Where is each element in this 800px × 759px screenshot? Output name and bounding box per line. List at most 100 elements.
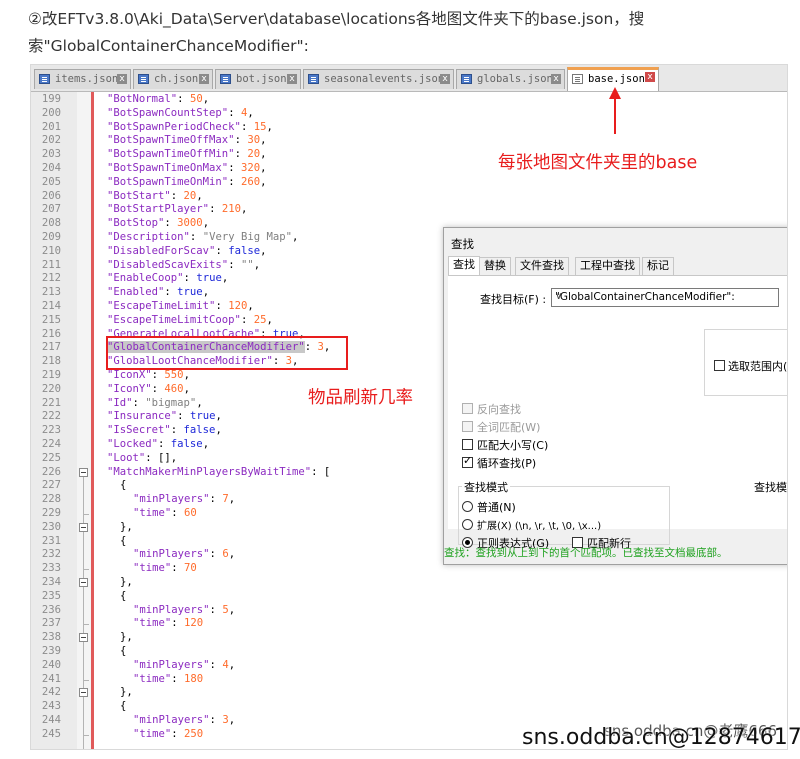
code-token: ,: [228, 603, 236, 616]
code-line: 237 "time": 120: [31, 617, 787, 631]
code-text: "IconX": 550,: [107, 369, 190, 383]
code-token: "BotNormal": [107, 93, 178, 105]
find-status: 查找：查找到从上到下的首个匹配项。已查找至文档最底部。: [444, 547, 728, 559]
line-number: 202: [41, 134, 61, 147]
tab-items-json[interactable]: items.json x: [34, 69, 131, 89]
file-icon: [461, 74, 472, 84]
close-icon[interactable]: x: [645, 72, 655, 82]
code-text: },: [120, 631, 133, 645]
tab-replace[interactable]: 替换: [479, 257, 511, 275]
mode-normal-radio[interactable]: [462, 501, 473, 512]
code-token: ,: [266, 120, 273, 133]
code-text: "IsSecret": false,: [107, 424, 222, 438]
tab-seasonalevents-json[interactable]: seasonalevents.json x: [303, 69, 454, 89]
code-token: "IconY": [107, 382, 152, 395]
code-token: ,: [260, 134, 267, 147]
code-token: {: [120, 479, 127, 492]
reverse-checkbox[interactable]: [462, 403, 473, 414]
code-token: :: [209, 603, 223, 616]
code-line: 242},: [31, 686, 787, 700]
code-token: "Description": [107, 231, 190, 243]
line-number: 200: [41, 106, 61, 119]
code-token: "time": [133, 727, 172, 740]
code-token: "": [240, 258, 254, 271]
line-number: 206: [41, 189, 61, 202]
code-token: ,: [240, 203, 248, 216]
code-token: "Enabled": [107, 286, 165, 299]
code-text: "time": 70: [133, 562, 197, 576]
code-token: ,: [291, 231, 299, 243]
close-icon[interactable]: x: [199, 74, 209, 84]
file-icon: [39, 74, 50, 84]
code-text: "time": 60: [133, 507, 197, 521]
tab-globals-json[interactable]: globals.json x: [456, 69, 565, 89]
whole-word-label: 全词匹配(W): [477, 421, 541, 434]
tab-bot-json[interactable]: bot.json x: [215, 69, 301, 89]
find-dialog: 查找 查找 替换 文件查找 工程中查找 标记 查找目标(F) : "Global…: [443, 227, 787, 565]
code-token: :: [171, 672, 185, 685]
code-text: "Id": "bigmap",: [107, 397, 203, 411]
code-token: :: [132, 396, 146, 409]
code-line: 200 "BotSpawnCountStep": 4,: [31, 107, 787, 121]
code-token: false: [228, 244, 261, 257]
code-token: :: [228, 175, 241, 188]
line-number: 242: [41, 686, 61, 699]
modifier-annotation: 物品刷新几率: [308, 388, 413, 408]
intro-line-1: ②改EFTv3.8.0\Aki_Data\Server\database\loc…: [28, 10, 645, 28]
watermark-large: sns.oddba.cn@1287461729: [522, 725, 800, 750]
whole-word-checkbox[interactable]: [462, 421, 473, 432]
code-token: {: [120, 534, 127, 547]
code-text: "minPlayers": 3,: [133, 714, 235, 728]
line-number: 216: [41, 327, 61, 340]
code-token: "minPlayers": [133, 493, 210, 506]
editor-screenshot: items.json x ch.json x bot.json x season…: [30, 64, 788, 750]
code-text: "BotStop": 3000,: [107, 217, 209, 231]
code-text: "DisabledScavExits": "",: [107, 259, 260, 273]
code-token: ,: [228, 658, 236, 671]
code-token: },: [120, 576, 133, 588]
in-selection-checkbox[interactable]: [714, 360, 725, 371]
close-icon[interactable]: x: [117, 74, 127, 84]
close-icon[interactable]: x: [287, 74, 297, 84]
code-token: 210: [221, 203, 241, 216]
code-token: false: [170, 438, 203, 450]
close-icon[interactable]: x: [440, 74, 450, 84]
match-case-checkbox[interactable]: [462, 439, 473, 450]
code-text: "MatchMakerMinPlayersByWaitTime": [: [107, 466, 330, 480]
code-token: 460: [164, 382, 184, 395]
code-token: "time": [133, 617, 172, 630]
close-icon[interactable]: x: [551, 74, 561, 84]
tab-find-in-project[interactable]: 工程中查找: [575, 257, 640, 275]
mode-extended-radio[interactable]: [462, 519, 473, 530]
chevron-down-icon[interactable]: ∨: [555, 291, 774, 302]
tab-ch-json[interactable]: ch.json x: [133, 69, 213, 89]
code-token: ,: [183, 382, 190, 395]
find-target-combo[interactable]: "GlobalContainerChanceModifier": ∨: [551, 288, 779, 307]
code-text: "BotSpawnTimeOnMin": 260,: [107, 176, 266, 190]
code-line: 206 "BotStart": 20,: [31, 190, 787, 204]
code-text: {: [120, 700, 126, 714]
line-number: 207: [41, 203, 61, 216]
tab-find[interactable]: 查找: [448, 256, 480, 276]
code-token: ,: [228, 548, 236, 561]
line-number: 223: [41, 424, 61, 437]
wrap-checkbox[interactable]: [462, 454, 473, 468]
code-text: "BotSpawnTimeOffMin": 20,: [107, 148, 266, 162]
code-line: 239 {: [31, 645, 787, 659]
line-number: 224: [41, 438, 61, 450]
code-token: :: [209, 548, 223, 561]
code-token: ,: [196, 189, 203, 202]
code-text: "BotSpawnCountStep": 4,: [107, 107, 254, 121]
line-number: 201: [41, 120, 61, 133]
code-token: :: [164, 286, 178, 299]
code-token: :: [189, 231, 203, 243]
code-token: ,: [228, 714, 236, 726]
tab-mark[interactable]: 标记: [642, 257, 674, 275]
code-token: "time": [133, 672, 172, 685]
code-token: "IsSecret": [107, 424, 171, 437]
code-text: "EscapeTimeLimitCoop": 25,: [107, 314, 273, 328]
code-text: },: [120, 576, 133, 590]
line-number: 219: [41, 369, 61, 381]
code-line: 236 "minPlayers": 5,: [31, 604, 787, 618]
tab-find-in-files[interactable]: 文件查找: [515, 257, 569, 275]
